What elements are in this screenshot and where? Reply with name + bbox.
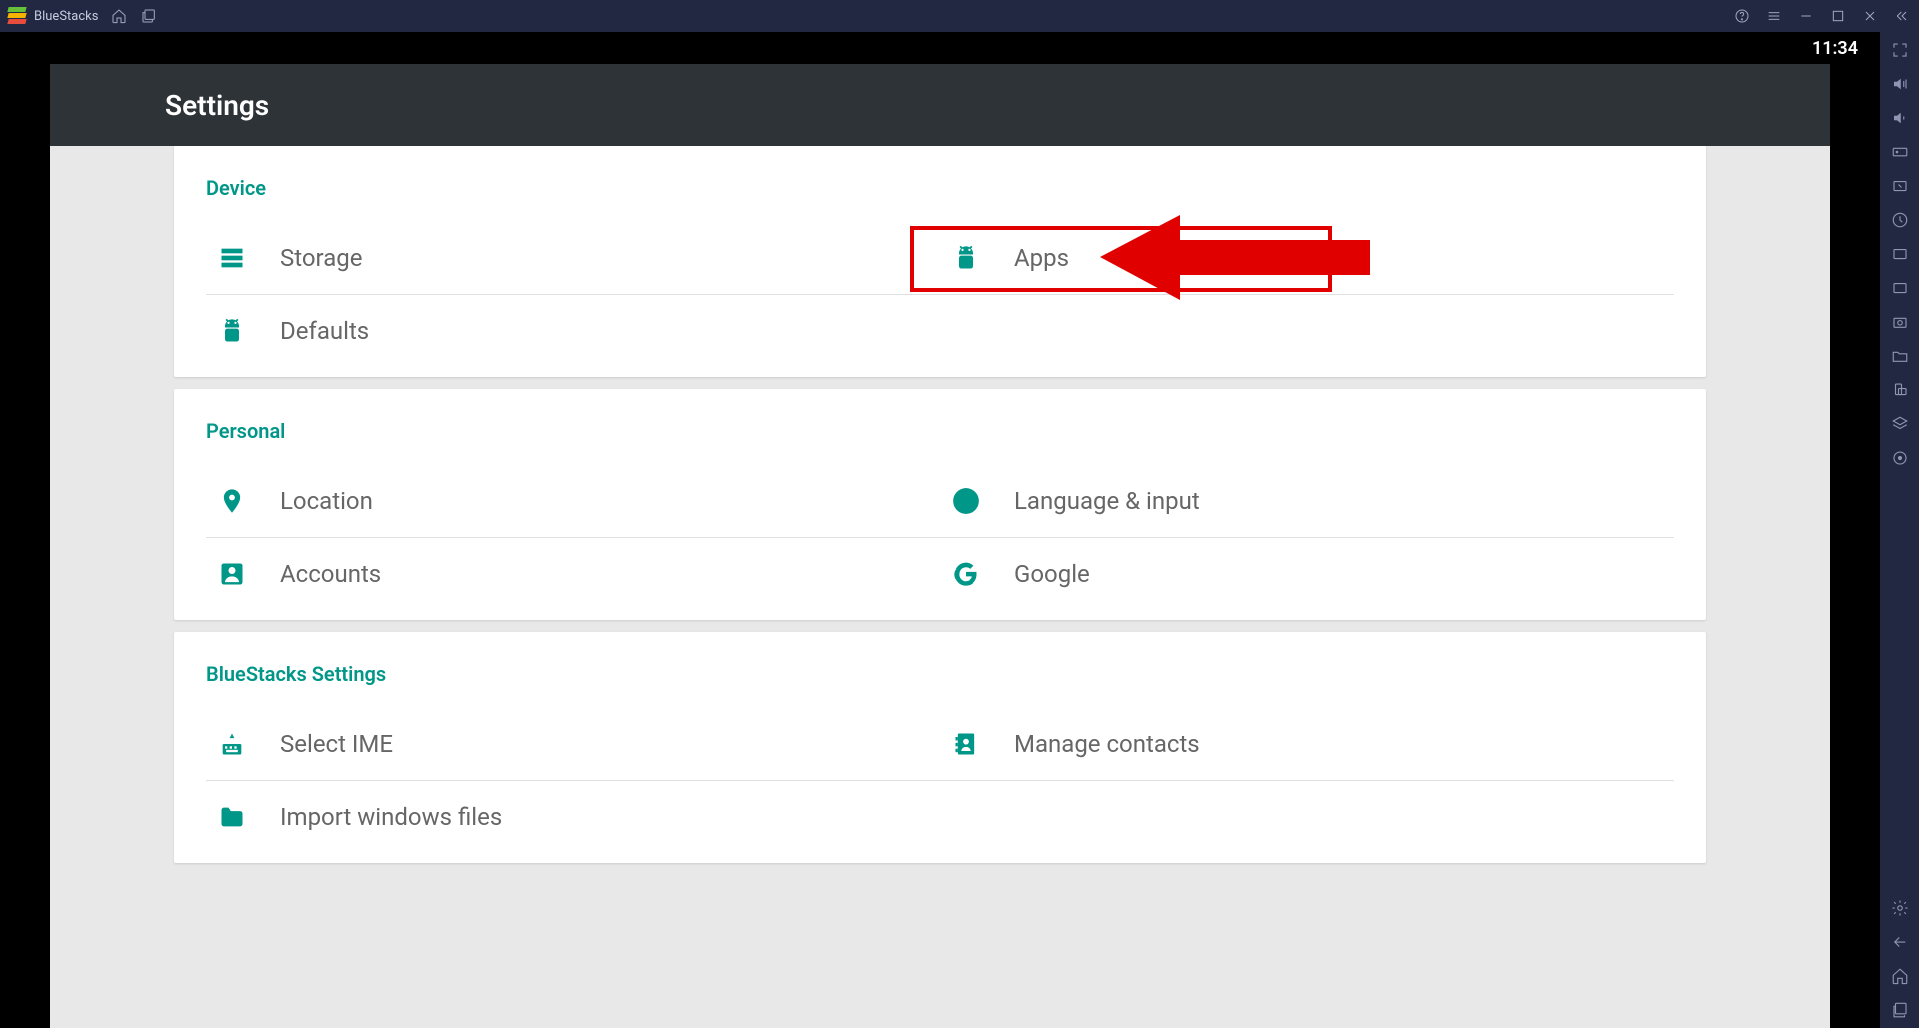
close-icon[interactable]: [1861, 7, 1879, 25]
arrow-annotation: [1100, 210, 1380, 305]
fullscreen-icon[interactable]: [1890, 40, 1910, 60]
settings-header: Settings: [50, 64, 1830, 146]
accounts-icon: [218, 560, 246, 588]
apps-item[interactable]: Apps: [940, 222, 1674, 295]
app-logo-block: BlueStacks: [8, 7, 98, 25]
accounts-label: Accounts: [280, 560, 381, 588]
settings-body: Device Storage Apps: [50, 146, 1830, 1028]
volume-down-icon[interactable]: [1890, 108, 1910, 128]
side-toolbar: [1880, 32, 1919, 1028]
contacts-label: Manage contacts: [1014, 730, 1200, 758]
minimize-icon[interactable]: [1797, 7, 1815, 25]
page-title: Settings: [165, 89, 269, 122]
language-label: Language & input: [1014, 487, 1200, 515]
install-apk-icon[interactable]: [1890, 244, 1910, 264]
keyboard-icon[interactable]: [1890, 142, 1910, 162]
defaults-label: Defaults: [280, 317, 369, 345]
section-title-personal: Personal: [206, 419, 1674, 443]
rotate-icon[interactable]: [1890, 380, 1910, 400]
ime-label: Select IME: [280, 730, 393, 758]
folder-icon[interactable]: [1890, 346, 1910, 366]
location-icon: [218, 487, 246, 515]
import-label: Import windows files: [280, 803, 502, 831]
maximize-icon[interactable]: [1829, 7, 1847, 25]
window-titlebar: BlueStacks: [0, 0, 1919, 32]
volume-up-icon[interactable]: [1890, 74, 1910, 94]
bluestacks-section: BlueStacks Settings Select IME: [174, 632, 1706, 863]
apps-label: Apps: [1014, 244, 1069, 272]
storage-item[interactable]: Storage: [206, 222, 940, 295]
storage-icon: [218, 244, 246, 272]
location-icon[interactable]: [1890, 448, 1910, 468]
bluestacks-logo-icon: [8, 7, 26, 25]
titlebar-left: BlueStacks: [8, 7, 158, 25]
recent-apps-icon[interactable]: [1890, 1000, 1910, 1020]
settings-window: Settings Device Storage: [50, 64, 1830, 1028]
titlebar-right: [1733, 7, 1911, 25]
defaults-icon: [218, 317, 246, 345]
collapse-right-icon[interactable]: [1893, 7, 1911, 25]
location-label: Location: [280, 487, 373, 515]
defaults-item[interactable]: Defaults: [206, 295, 940, 367]
empty-cell: [940, 781, 1674, 853]
keyboard-icon: [218, 730, 246, 758]
location-item[interactable]: Location: [206, 465, 940, 538]
status-time: 11:34: [1812, 38, 1858, 59]
storage-label: Storage: [280, 244, 362, 272]
section-title-device: Device: [206, 176, 1674, 200]
google-icon: [952, 560, 980, 588]
home-icon[interactable]: [110, 7, 128, 25]
settings-gear-icon[interactable]: [1890, 898, 1910, 918]
personal-section: Personal Location Language &: [174, 389, 1706, 620]
screenshot-icon[interactable]: [1890, 312, 1910, 332]
language-item[interactable]: Language & input: [940, 465, 1674, 538]
import-item[interactable]: Import windows files: [206, 781, 940, 853]
app-name: BlueStacks: [34, 9, 98, 24]
google-item[interactable]: Google: [940, 538, 1674, 610]
android-status-bar: 11:34: [0, 32, 1880, 64]
android-home-icon[interactable]: [1890, 966, 1910, 986]
help-icon[interactable]: [1733, 7, 1751, 25]
layers-icon[interactable]: [1890, 414, 1910, 434]
folder-icon: [218, 803, 246, 831]
ime-item[interactable]: Select IME: [206, 708, 940, 781]
apps-icon: [952, 244, 980, 272]
empty-cell: [940, 295, 1674, 367]
google-label: Google: [1014, 560, 1090, 588]
globe-icon: [952, 487, 980, 515]
contacts-item[interactable]: Manage contacts: [940, 708, 1674, 781]
android-viewport: 11:34 Settings Device Storage: [0, 32, 1880, 1028]
device-section: Device Storage Apps: [174, 146, 1706, 377]
accounts-item[interactable]: Accounts: [206, 538, 940, 610]
lock-cursor-icon[interactable]: [1890, 176, 1910, 196]
contacts-icon: [952, 730, 980, 758]
apk-icon[interactable]: [1890, 278, 1910, 298]
back-icon[interactable]: [1890, 932, 1910, 952]
menu-icon[interactable]: [1765, 7, 1783, 25]
main-area: 11:34 Settings Device Storage: [0, 32, 1919, 1028]
sync-icon[interactable]: [1890, 210, 1910, 230]
section-title-bluestacks: BlueStacks Settings: [206, 662, 1674, 686]
windows-icon[interactable]: [140, 7, 158, 25]
